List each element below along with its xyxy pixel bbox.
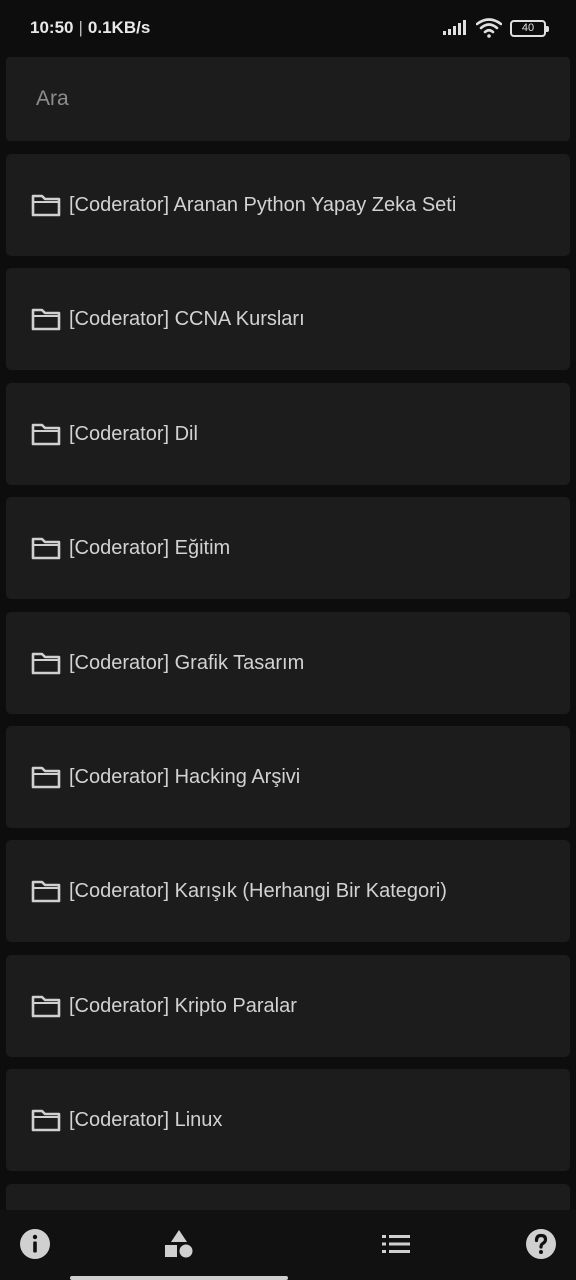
folder-label: [Coderator] Kripto Paralar [69,994,297,1017]
battery-icon: 40 [510,19,549,37]
list-item[interactable]: [Coderator] Linux [6,1069,570,1171]
list-item[interactable] [6,1184,570,1210]
list-item[interactable]: [Coderator] Karışık (Herhangi Bir Katego… [6,840,570,942]
list-item[interactable]: [Coderator] Eğitim [6,497,570,599]
list-item[interactable]: [Coderator] Aranan Python Yapay Zeka Set… [6,154,570,256]
list-item[interactable]: [Coderator] Grafik Tasarım [6,612,570,714]
folder-label: [Coderator] Grafik Tasarım [69,651,305,674]
folder-icon [31,652,61,675]
folder-icon [31,537,61,560]
folder-icon [31,308,61,331]
folder-label: [Coderator] Aranan Python Yapay Zeka Set… [69,193,457,216]
info-button[interactable] [15,1224,55,1264]
folder-label: [Coderator] Karışık (Herhangi Bir Katego… [69,879,447,902]
wifi-icon [476,18,502,38]
status-left: 10:50 | 0.1KB/s [30,18,150,38]
list-item[interactable]: [Coderator] Dil [6,383,570,485]
battery-level: 40 [521,22,535,34]
help-icon [526,1229,556,1259]
status-bar: 10:50 | 0.1KB/s 40 [0,0,576,56]
search-bar[interactable] [6,57,570,141]
folder-label: [Coderator] Dil [69,422,198,445]
bottom-nav [0,1210,576,1280]
folder-list[interactable]: [Coderator] Aranan Python Yapay Zeka Set… [0,154,576,1210]
folder-icon [31,766,61,789]
clock: 10:50 [30,18,74,37]
folder-icon [31,423,61,446]
info-icon [20,1229,50,1259]
folder-label: [Coderator] Linux [69,1108,223,1131]
folder-label: [Coderator] CCNA Kursları [69,307,305,330]
home-indicator[interactable] [70,1276,288,1280]
list-icon [382,1235,410,1253]
folder-label: [Coderator] Hacking Arşivi [69,765,301,788]
status-separator: | [78,18,83,37]
search-input[interactable] [36,87,570,111]
folder-icon [31,1109,61,1132]
folder-icon [31,194,61,217]
status-right: 40 [442,18,549,38]
list-item[interactable]: [Coderator] Kripto Paralar [6,955,570,1057]
list-item[interactable]: [Coderator] Hacking Arşivi [6,726,570,828]
folder-label: [Coderator] Eğitim [69,536,231,559]
shapes-icon [165,1230,193,1258]
help-button[interactable] [521,1224,561,1264]
folder-icon [31,995,61,1018]
network-speed: 0.1KB/s [87,18,151,37]
categories-button[interactable] [159,1224,199,1264]
list-item[interactable]: [Coderator] CCNA Kursları [6,268,570,370]
folder-icon [31,880,61,903]
list-button[interactable] [376,1224,416,1264]
signal-icon [443,20,466,35]
